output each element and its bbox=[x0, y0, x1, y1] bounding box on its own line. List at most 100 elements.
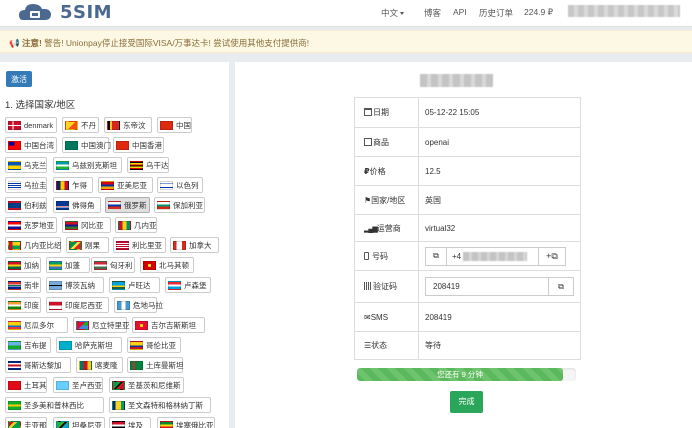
flag-kg-icon bbox=[135, 320, 148, 330]
country-button-gy[interactable]: 圭亚那 bbox=[5, 417, 47, 428]
country-button-gt[interactable]: 危地马拉 bbox=[114, 297, 163, 313]
row-sms: ✉SMS 208419 bbox=[354, 302, 581, 332]
country-button-ga[interactable]: 加蓬 bbox=[46, 257, 90, 273]
country-button-hr[interactable]: 克罗地亚 bbox=[5, 217, 57, 233]
country-button-eg[interactable]: 埃及 bbox=[109, 417, 151, 428]
country-label: 刚果 bbox=[85, 240, 100, 250]
country-button-lr[interactable]: 利比里亚 bbox=[113, 237, 166, 253]
operator-label: 运营商 bbox=[376, 223, 401, 233]
country-button-vc[interactable]: 圣文森特和格林纳丁斯 bbox=[109, 397, 211, 413]
done-button[interactable]: 完成 bbox=[450, 391, 483, 413]
country-button-gw[interactable]: 几内亚比绍 bbox=[5, 237, 62, 253]
country-button-tm[interactable]: 土库曼斯坦 bbox=[127, 357, 184, 373]
country-button-ca[interactable]: 加拿大 bbox=[170, 237, 219, 253]
copy-plus-icon: +⧉ bbox=[546, 250, 558, 261]
flag-ca-icon bbox=[173, 240, 186, 250]
country-button-rw[interactable]: 卢旺达 bbox=[109, 277, 160, 293]
calendar-icon bbox=[364, 108, 372, 116]
country-button-cm[interactable]: 喀麦隆 bbox=[76, 357, 123, 373]
barcode-icon bbox=[364, 282, 372, 290]
country-label: 俄罗斯 bbox=[124, 200, 147, 210]
country-button-bg[interactable]: 保加利亚 bbox=[154, 197, 205, 213]
country-button-ug[interactable]: 乌干达 bbox=[127, 157, 169, 173]
country-button-cn[interactable]: 中国 bbox=[157, 117, 192, 133]
flag-et-icon bbox=[160, 420, 173, 428]
country-button-tl[interactable]: 东帝汶 bbox=[104, 117, 152, 133]
copy-icon: ⧉ bbox=[433, 251, 439, 260]
flag-tm-icon bbox=[130, 360, 143, 370]
country-button-ua[interactable]: 乌克兰 bbox=[5, 157, 47, 173]
country-button-kz[interactable]: 哈萨克斯坦 bbox=[56, 337, 122, 353]
country-label: 加纳 bbox=[24, 260, 39, 270]
step-title: 1. 选择国家/地区 bbox=[5, 100, 76, 111]
country-label: 圭亚那 bbox=[24, 420, 47, 428]
nav-order-history-link[interactable]: 历史订单 bbox=[479, 7, 513, 19]
logo-text[interactable]: 5SIM bbox=[60, 2, 112, 23]
country-button-bw[interactable]: 博茨瓦纳 bbox=[46, 277, 104, 293]
alert-strong: 注意! bbox=[21, 38, 42, 48]
phone-number-redacted bbox=[463, 251, 528, 261]
country-button-uy[interactable]: 乌拉圭 bbox=[5, 177, 47, 193]
country-button-za[interactable]: 南非 bbox=[5, 277, 41, 293]
flag-td-icon bbox=[56, 180, 69, 190]
country-button-lc[interactable]: 圣卢西亚 bbox=[53, 377, 103, 393]
country-button-ec[interactable]: 厄瓜多尔 bbox=[5, 317, 68, 333]
code-field[interactable]: 208419 bbox=[425, 277, 548, 296]
country-button-gh[interactable]: 加纳 bbox=[5, 257, 41, 273]
country-button-tw[interactable]: 中国台湾 bbox=[5, 137, 57, 153]
country-button-am[interactable]: 亚美尼亚 bbox=[98, 177, 153, 193]
copy-phone-button[interactable]: ⧉ bbox=[425, 246, 447, 266]
user-account-redacted[interactable] bbox=[568, 5, 680, 17]
balance-display[interactable]: 224.9 ₽ bbox=[524, 7, 553, 18]
row-code: 验证码 208419 ⧉ bbox=[354, 270, 581, 303]
country-button-hu[interactable]: 匈牙利 bbox=[91, 257, 135, 273]
flag-gm-icon bbox=[65, 220, 78, 230]
country-button-dk[interactable]: denmark bbox=[5, 117, 57, 133]
flag-tl-icon bbox=[107, 120, 120, 130]
country-button-er[interactable]: 厄立特里亚 bbox=[73, 317, 130, 333]
flag-ru-icon bbox=[108, 200, 121, 210]
nav-blog-link[interactable]: 博客 bbox=[424, 7, 441, 19]
row-operator: ▂▄▆运营商 virtual32 bbox=[354, 214, 581, 242]
phone-number-field[interactable]: +4 bbox=[447, 246, 538, 266]
country-button-bt[interactable]: 不丹 bbox=[62, 117, 99, 133]
copy-phone-without-code-button[interactable]: +⧉ bbox=[538, 246, 566, 266]
sim-cloud-logo-icon[interactable] bbox=[18, 2, 52, 22]
country-button-il[interactable]: 以色列 bbox=[157, 177, 203, 193]
country-button-et[interactable]: 埃塞俄比亚 bbox=[157, 417, 215, 428]
flag-gy-icon bbox=[8, 420, 21, 428]
country-button-uz[interactable]: 乌兹别克斯坦 bbox=[53, 157, 122, 173]
country-button-mk[interactable]: 北马其顿 bbox=[140, 257, 194, 273]
nav-api-link[interactable]: API bbox=[453, 7, 467, 17]
language-dropdown[interactable]: 中文 bbox=[381, 7, 405, 19]
country-button-in[interactable]: 印度 bbox=[5, 297, 41, 313]
country-button-gn[interactable]: 几内亚 bbox=[115, 217, 157, 233]
country-button-tz[interactable]: 坦桑尼亚 bbox=[53, 417, 105, 428]
flag-lr-icon bbox=[116, 240, 129, 250]
country-button-cr[interactable]: 哥斯达黎加 bbox=[5, 357, 71, 373]
country-button-gm[interactable]: 冈比亚 bbox=[62, 217, 111, 233]
flag-eg-icon bbox=[112, 420, 125, 428]
country-button-co[interactable]: 哥伦比亚 bbox=[127, 337, 181, 353]
date-label: 日期 bbox=[373, 108, 389, 117]
copy-code-button[interactable]: ⧉ bbox=[548, 277, 574, 296]
country-button-id[interactable]: 印度尼西亚 bbox=[46, 297, 109, 313]
copy-icon: ⧉ bbox=[558, 281, 564, 291]
country-button-cv[interactable]: 佛得角 bbox=[53, 197, 101, 213]
country-button-kn[interactable]: 圣基茨和尼维斯 bbox=[109, 377, 184, 393]
alert-bullhorn-icon: 📢 bbox=[9, 38, 20, 48]
country-button-st[interactable]: 圣多美和普林西比 bbox=[5, 397, 104, 413]
country-button-cg[interactable]: 刚果 bbox=[66, 237, 109, 253]
country-button-td[interactable]: 乍得 bbox=[53, 177, 93, 193]
country-button-dj[interactable]: 吉布提 bbox=[5, 337, 51, 353]
country-button-tr[interactable]: 土耳其 bbox=[5, 377, 47, 393]
country-button-bz[interactable]: 伯利兹 bbox=[5, 197, 47, 213]
country-button-lu[interactable]: 卢森堡 bbox=[165, 277, 211, 293]
country-button-mo[interactable]: 中国澳门 bbox=[62, 137, 111, 153]
country-button-hk[interactable]: 中国香港 bbox=[113, 137, 164, 153]
warning-alert: 📢 注意! 警告! Unionpay停止接受国际VISA/万事达卡! 尝试使用其… bbox=[0, 30, 692, 53]
country-label: 圣多美和普林西比 bbox=[24, 400, 84, 410]
country-button-ru[interactable]: 俄罗斯 bbox=[105, 197, 150, 213]
activate-button[interactable]: 激活 bbox=[6, 71, 32, 87]
country-button-kg[interactable]: 吉尔吉斯斯坦 bbox=[132, 317, 205, 333]
